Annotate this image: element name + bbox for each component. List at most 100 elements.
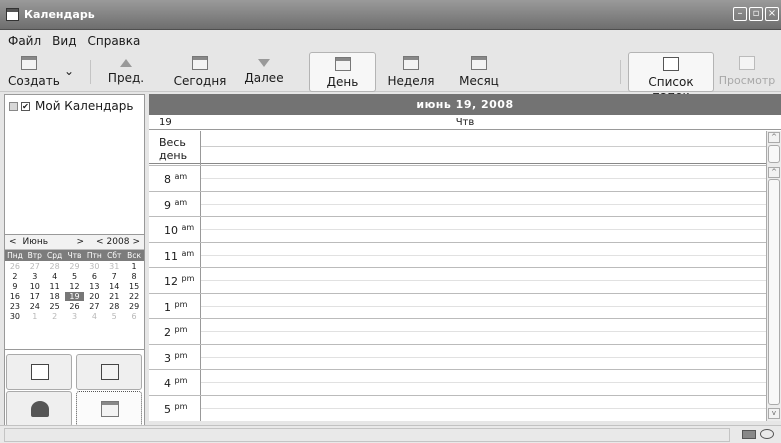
hour-slot[interactable]: 9 am bbox=[149, 190, 766, 216]
mini-calendar-day[interactable]: 13 bbox=[84, 282, 104, 291]
month-view-button[interactable]: Месяц bbox=[456, 52, 502, 92]
mini-calendar-day[interactable]: 7 bbox=[104, 272, 124, 281]
calendar-icon bbox=[101, 401, 119, 417]
mini-calendar-nav: < Июнь > < 2008 > bbox=[5, 235, 144, 250]
mini-calendar-day[interactable]: 27 bbox=[84, 302, 104, 311]
hour-slot[interactable]: 10 am bbox=[149, 216, 766, 241]
mini-calendar-day[interactable]: 28 bbox=[45, 262, 65, 271]
mini-calendar-day[interactable]: 8 bbox=[124, 272, 144, 281]
mini-calendar-day[interactable]: 11 bbox=[45, 282, 65, 291]
mini-calendar-day[interactable]: 3 bbox=[25, 272, 45, 281]
hour-slot[interactable]: 4 pm bbox=[149, 369, 766, 394]
hour-slot[interactable]: 8 am bbox=[149, 165, 766, 190]
hour-slot[interactable]: 2 pm bbox=[149, 318, 766, 343]
calendar-view-button[interactable] bbox=[76, 391, 142, 427]
close-button[interactable]: × bbox=[765, 7, 779, 21]
mini-calendar-day[interactable]: 16 bbox=[5, 292, 25, 301]
prev-month-button[interactable]: < bbox=[9, 237, 17, 247]
mini-calendar-day[interactable]: 17 bbox=[25, 292, 45, 301]
window-titlebar: Календарь – ▫ × bbox=[0, 0, 781, 30]
mini-calendar-day[interactable]: 6 bbox=[124, 312, 144, 321]
mini-calendar-day[interactable]: 5 bbox=[104, 312, 124, 321]
hour-slot[interactable]: 11 am bbox=[149, 241, 766, 267]
mini-calendar-day[interactable]: 25 bbox=[45, 302, 65, 311]
hour-slot[interactable]: 5 pm bbox=[149, 394, 766, 420]
mini-calendar-day[interactable]: 27 bbox=[25, 262, 45, 271]
all-day-scrollbar-thumb[interactable] bbox=[768, 145, 780, 163]
hour-slot[interactable]: 1 pm bbox=[149, 292, 766, 318]
scroll-up-arrow-icon[interactable]: ^ bbox=[768, 132, 780, 143]
mini-calendar-day[interactable]: 24 bbox=[25, 302, 45, 311]
half-hour-line bbox=[201, 178, 766, 179]
mini-calendar-day[interactable]: 14 bbox=[104, 282, 124, 291]
day-column-header: 19 Чтв bbox=[149, 115, 781, 130]
mini-calendar-day[interactable]: 6 bbox=[84, 272, 104, 281]
mini-calendar-month: Июнь bbox=[22, 237, 49, 247]
mini-calendar-day[interactable]: 2 bbox=[45, 312, 65, 321]
hour-slot[interactable]: 3 pm bbox=[149, 343, 766, 369]
all-day-events-area[interactable]: Весь день bbox=[149, 131, 766, 164]
menu-view[interactable]: Вид bbox=[52, 34, 76, 48]
mini-calendar-day[interactable]: 12 bbox=[65, 282, 85, 291]
mini-calendar-day[interactable]: 10 bbox=[25, 282, 45, 291]
next-year-button[interactable]: > bbox=[132, 237, 140, 247]
preview-button[interactable]: Просмотр bbox=[716, 52, 778, 92]
mail-view-button[interactable] bbox=[6, 354, 72, 390]
mini-calendar-week: 26 27 28 29 30 31 1 bbox=[5, 261, 144, 271]
mini-calendar-day[interactable]: 2 bbox=[5, 272, 25, 281]
mini-calendar-day[interactable]: 3 bbox=[65, 312, 85, 321]
news-view-button[interactable] bbox=[76, 354, 142, 390]
mini-calendar-day[interactable]: 26 bbox=[65, 302, 85, 311]
mini-calendar-day[interactable]: 26 bbox=[5, 262, 25, 271]
calendar-list-item[interactable]: ✔ Мой Календарь bbox=[9, 99, 133, 113]
mini-calendar-day[interactable]: 1 bbox=[124, 262, 144, 271]
scrollbar-thumb[interactable] bbox=[768, 179, 780, 405]
news-icon bbox=[101, 364, 119, 380]
mini-calendar-day[interactable]: 30 bbox=[84, 262, 104, 271]
mini-calendar-day[interactable]: 4 bbox=[84, 312, 104, 321]
hour-slot[interactable]: 12 pm bbox=[149, 267, 766, 292]
mini-calendar-day[interactable]: 29 bbox=[65, 262, 85, 271]
week-calendar-icon bbox=[403, 56, 419, 70]
create-button[interactable]: Создать bbox=[8, 52, 60, 92]
calendar-checkbox[interactable]: ✔ bbox=[21, 101, 30, 111]
mini-calendar-day[interactable]: 15 bbox=[124, 282, 144, 291]
scroll-down-arrow-icon[interactable]: v bbox=[768, 408, 780, 419]
mini-calendar-day[interactable]: 29 bbox=[124, 302, 144, 311]
mini-calendar-day[interactable]: 22 bbox=[124, 292, 144, 301]
scroll-up-arrow-icon[interactable]: ^ bbox=[768, 167, 780, 178]
prev-button[interactable]: Пред. bbox=[104, 52, 148, 92]
mini-calendar-day[interactable]: 23 bbox=[5, 302, 25, 311]
mini-calendar-day[interactable]: 28 bbox=[104, 302, 124, 311]
maximize-button[interactable]: ▫ bbox=[749, 7, 763, 21]
folder-list-button[interactable]: Список папок bbox=[628, 52, 714, 103]
mini-calendar-day[interactable]: 20 bbox=[84, 292, 104, 301]
menu-help[interactable]: Справка bbox=[87, 34, 140, 48]
mini-calendar-day[interactable]: 19 bbox=[64, 291, 85, 301]
half-hour-line bbox=[201, 280, 766, 281]
online-status-icon[interactable] bbox=[742, 430, 756, 439]
next-month-button[interactable]: > bbox=[76, 237, 84, 247]
mini-calendar-day[interactable]: 5 bbox=[65, 272, 85, 281]
mini-calendar-day[interactable]: 4 bbox=[45, 272, 65, 281]
menu-file[interactable]: Файл bbox=[8, 34, 41, 48]
day-view-button[interactable]: День bbox=[309, 52, 376, 92]
mini-calendar-day[interactable]: 21 bbox=[104, 292, 124, 301]
month-calendar-icon bbox=[471, 56, 487, 70]
vertical-scrollbar[interactable]: ^ ^ v bbox=[766, 131, 781, 421]
week-view-button[interactable]: Неделя bbox=[386, 52, 436, 92]
day-view: июнь 19, 2008 19 Чтв Весь день 8 am 9 am 10… bbox=[149, 94, 781, 421]
next-button[interactable]: Далее bbox=[244, 52, 284, 92]
mini-calendar-day[interactable]: 30 bbox=[5, 312, 25, 321]
minimize-button[interactable]: – bbox=[733, 7, 747, 21]
mini-calendar-day[interactable]: 9 bbox=[5, 282, 25, 291]
day-calendar-icon bbox=[334, 57, 351, 71]
prev-year-button[interactable]: < bbox=[96, 237, 104, 247]
connection-plug-icon[interactable] bbox=[760, 429, 774, 439]
mini-calendar-day[interactable]: 31 bbox=[104, 262, 124, 271]
mini-calendar-day[interactable]: 18 bbox=[45, 292, 65, 301]
today-button[interactable]: Сегодня bbox=[170, 52, 230, 92]
contacts-view-button[interactable] bbox=[6, 391, 72, 427]
mini-calendar-day[interactable]: 1 bbox=[25, 312, 45, 321]
mini-calendar: < Июнь > < 2008 > Пнд Втр Срд Чтв Птн Сб… bbox=[4, 234, 145, 350]
